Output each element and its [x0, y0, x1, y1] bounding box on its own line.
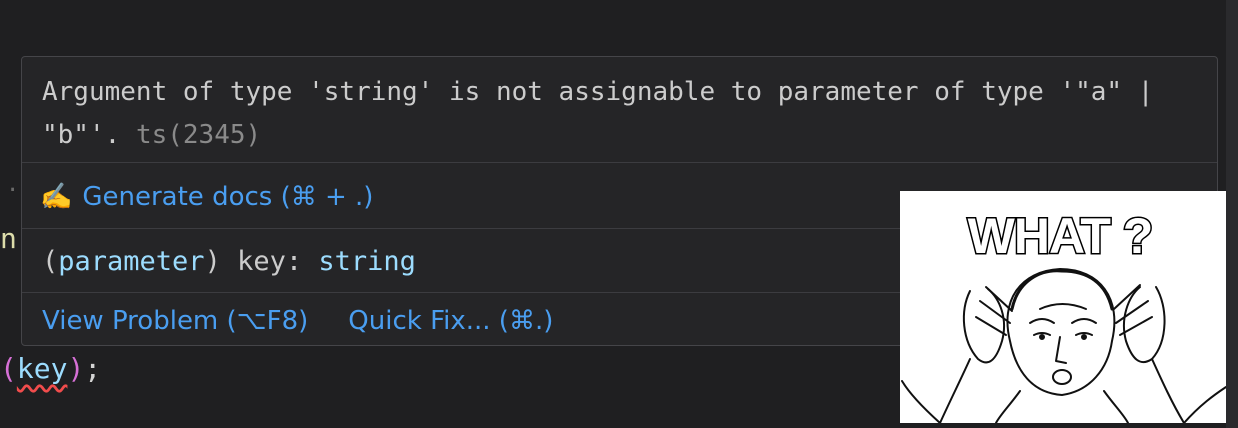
- meme-image: WHAT ?: [900, 191, 1226, 423]
- generate-docs-label: Generate docs (⌘ + .): [82, 182, 374, 212]
- signature-kind: parameter: [58, 245, 205, 277]
- generate-docs-link[interactable]: ✍️ Generate docs (⌘ + .): [40, 175, 373, 219]
- open-paren: (: [0, 352, 17, 385]
- hover-actions: View Problem (⌥F8) Quick Fix... (⌘.): [42, 299, 553, 343]
- code-line-call: (key);: [0, 352, 101, 385]
- close-paren: ): [67, 352, 85, 385]
- code-fragment-n: n: [0, 222, 17, 255]
- error-code: ts(2345): [135, 120, 262, 150]
- meme-drawing: WHAT ?: [901, 207, 1226, 423]
- divider: [22, 162, 1217, 163]
- quick-fix-link[interactable]: Quick Fix... (⌘.): [348, 306, 553, 336]
- signature-info: (parameter) key: string: [42, 245, 416, 277]
- code-fragment-dot: ·: [6, 178, 20, 203]
- view-problem-link[interactable]: View Problem (⌥F8): [42, 306, 308, 336]
- error-argument-key[interactable]: key: [17, 352, 68, 385]
- editor-scrollbar-track[interactable]: [1226, 0, 1238, 428]
- error-message: Argument of type 'string' is not assigna…: [42, 71, 1192, 157]
- meme-caption: WHAT ?: [968, 208, 1153, 264]
- signature-name: key: [237, 245, 286, 277]
- writing-hand-icon: ✍️: [40, 182, 73, 212]
- signature-type: string: [318, 245, 416, 277]
- semicolon: ;: [84, 352, 102, 385]
